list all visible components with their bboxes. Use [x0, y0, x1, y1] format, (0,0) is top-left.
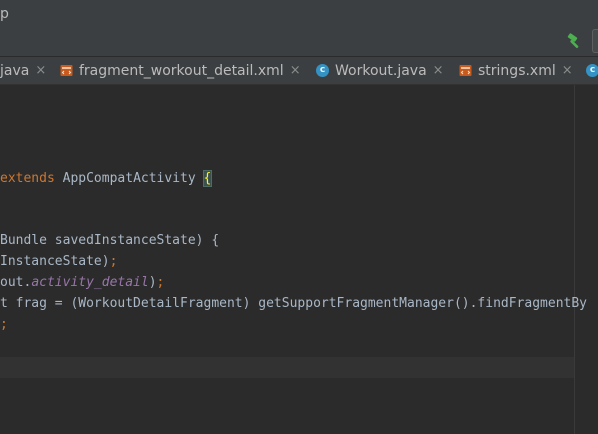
xml-file-icon [459, 65, 472, 76]
semicolon: ; [156, 275, 165, 290]
keyword-extends: extends [0, 171, 55, 186]
close-icon[interactable]: × [433, 63, 444, 78]
semicolon: ; [0, 317, 8, 332]
tab-fragment-workout-detail-xml[interactable]: fragment_workout_detail.xml × [60, 57, 301, 84]
tab-java-file[interactable]: java × [0, 57, 46, 84]
code-line-oncreate: Bundle savedInstanceState) { [0, 231, 219, 251]
code-text: out. [0, 275, 32, 290]
code-line-setcontentview: out.activity_detail); [0, 273, 164, 293]
code-editor[interactable]: extends AppCompatActivity { Bundle saved… [0, 85, 598, 434]
close-icon[interactable]: × [290, 63, 301, 78]
editor-tab-bar: java × fragment_workout_detail.xml × c W… [0, 57, 598, 85]
code-text: t frag = (WorkoutDetailFragment) getSupp… [0, 296, 587, 311]
tab-label: strings.xml [478, 62, 556, 79]
close-icon[interactable]: × [35, 63, 46, 78]
code-text: Bundle savedInstanceState) { [0, 233, 220, 248]
xml-file-icon [60, 65, 73, 76]
code-text: AppCompatActivity [54, 171, 204, 186]
code-text: InstanceState) [0, 254, 110, 269]
code-text: ) [148, 275, 157, 290]
tab-label: java [0, 62, 30, 79]
field-activity-detail: activity_detail [31, 275, 149, 290]
matched-brace: { [202, 170, 213, 187]
tab-strings-xml[interactable]: strings.xml × [459, 57, 573, 84]
code-line-class-declaration: extends AppCompatActivity { [0, 169, 213, 189]
tab-partial-class-file[interactable]: c [586, 57, 598, 84]
code-line-super-oncreate: InstanceState); [0, 252, 117, 272]
tab-label: fragment_workout_detail.xml [79, 62, 284, 79]
title-bar: p [0, 0, 598, 57]
code-line-fragment-lookup: t frag = (WorkoutDetailFragment) getSupp… [0, 294, 587, 314]
code-line-statement-end: ; [0, 315, 8, 335]
hammer-icon[interactable] [565, 32, 583, 50]
class-file-icon: c [316, 64, 329, 77]
tab-label: Workout.java [335, 62, 427, 79]
tab-workout-java[interactable]: c Workout.java × [316, 57, 444, 84]
class-file-icon: c [586, 64, 598, 77]
current-line-highlight [0, 357, 574, 378]
right-margin-guide [574, 85, 575, 434]
run-configuration-dropdown[interactable] [592, 29, 598, 53]
window-title: p [0, 6, 9, 22]
close-icon[interactable]: × [562, 63, 573, 78]
semicolon: ; [109, 254, 118, 269]
